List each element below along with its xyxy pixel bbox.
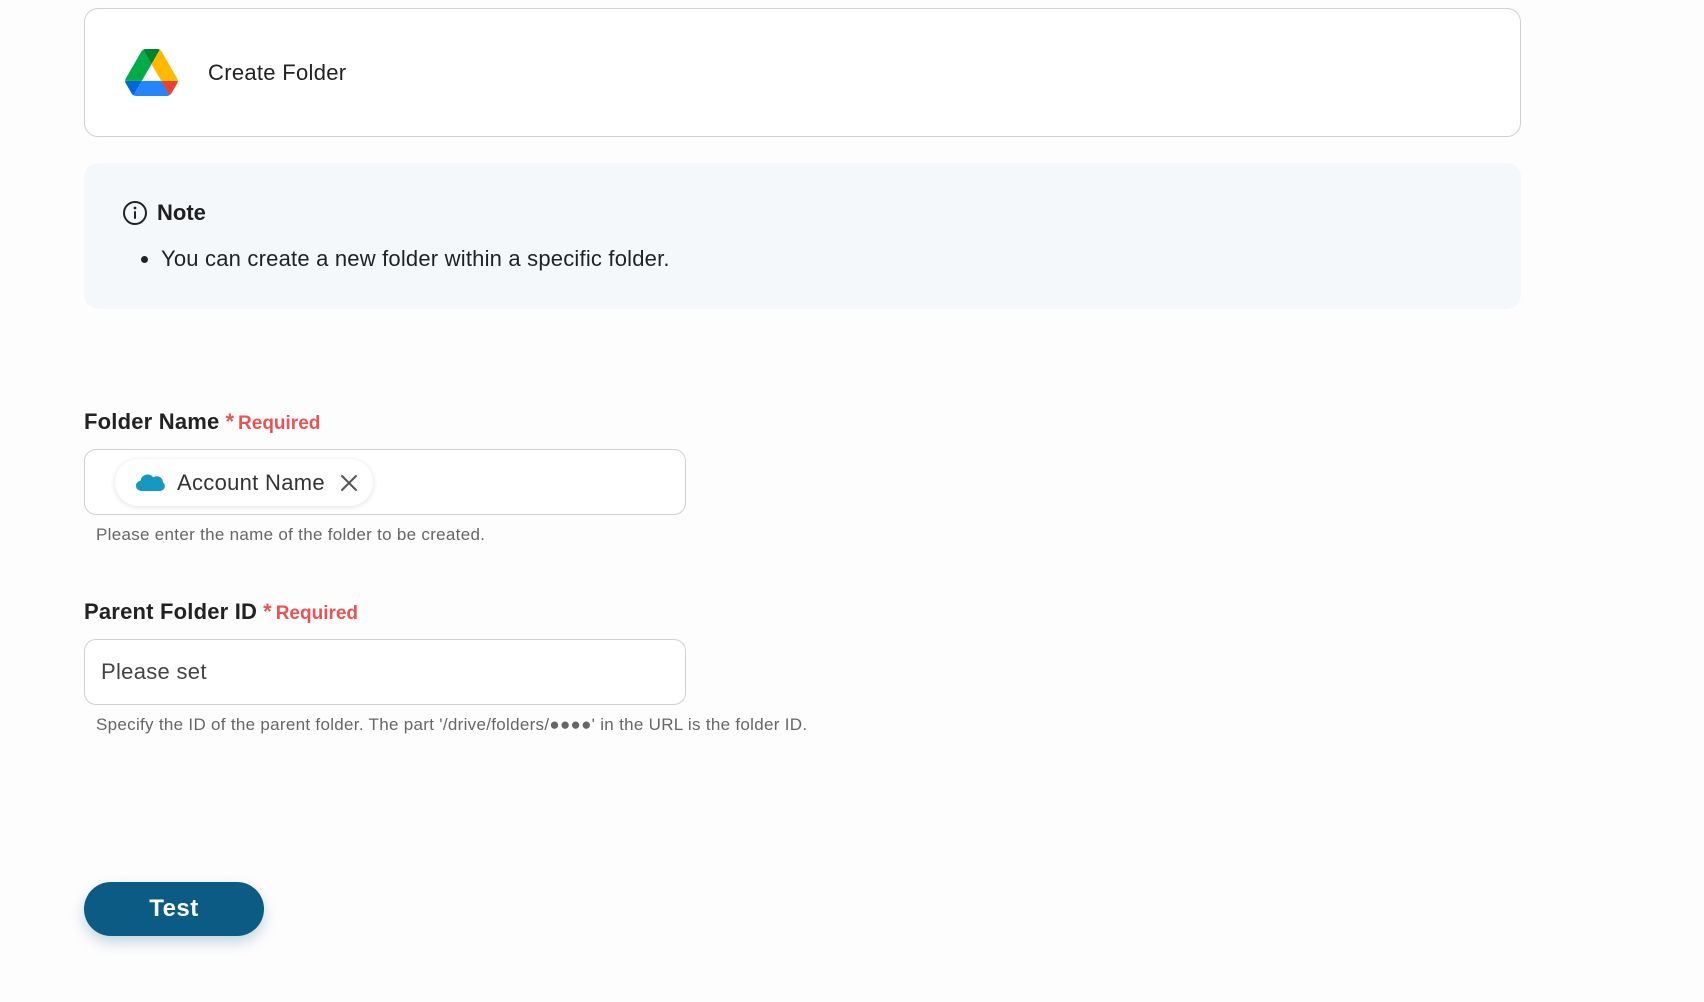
page: Create Folder Note You can create a new … xyxy=(0,0,1704,1002)
parent-folder-id-field[interactable] xyxy=(84,639,686,705)
note-text: You can create a new folder within a spe… xyxy=(161,246,670,271)
note-list-item: You can create a new folder within a spe… xyxy=(141,246,670,272)
parent-folder-label-row: Parent Folder ID * Required xyxy=(84,599,358,625)
required-text: Required xyxy=(238,413,321,434)
note-header: Note xyxy=(122,200,206,226)
close-icon[interactable] xyxy=(339,473,359,493)
required-star: * xyxy=(263,599,272,624)
action-card[interactable]: Create Folder xyxy=(84,8,1521,137)
parent-folder-id-input[interactable] xyxy=(85,640,685,704)
folder-name-label: Folder Name xyxy=(84,409,220,434)
action-title: Create Folder xyxy=(208,59,347,85)
info-icon xyxy=(123,201,147,225)
required-text: Required xyxy=(275,603,359,624)
note-box: Note You can create a new folder within … xyxy=(84,163,1521,309)
salesforce-cloud-icon xyxy=(136,474,165,491)
chip-label: Account Name xyxy=(177,469,325,495)
folder-name-help: Please enter the name of the folder to b… xyxy=(96,525,486,544)
bullet xyxy=(141,255,148,263)
test-button[interactable]: Test xyxy=(84,882,264,936)
required-star: * xyxy=(225,409,235,434)
parent-folder-help: Specify the ID of the parent folder. The… xyxy=(96,715,808,734)
folder-name-label-row: Folder Name * Required xyxy=(84,409,320,435)
folder-name-field[interactable]: Account Name xyxy=(84,449,686,515)
google-drive-icon xyxy=(125,49,178,96)
account-name-chip[interactable]: Account Name xyxy=(115,459,373,506)
note-title: Note xyxy=(157,200,206,225)
parent-folder-id-label: Parent Folder ID xyxy=(84,599,258,624)
